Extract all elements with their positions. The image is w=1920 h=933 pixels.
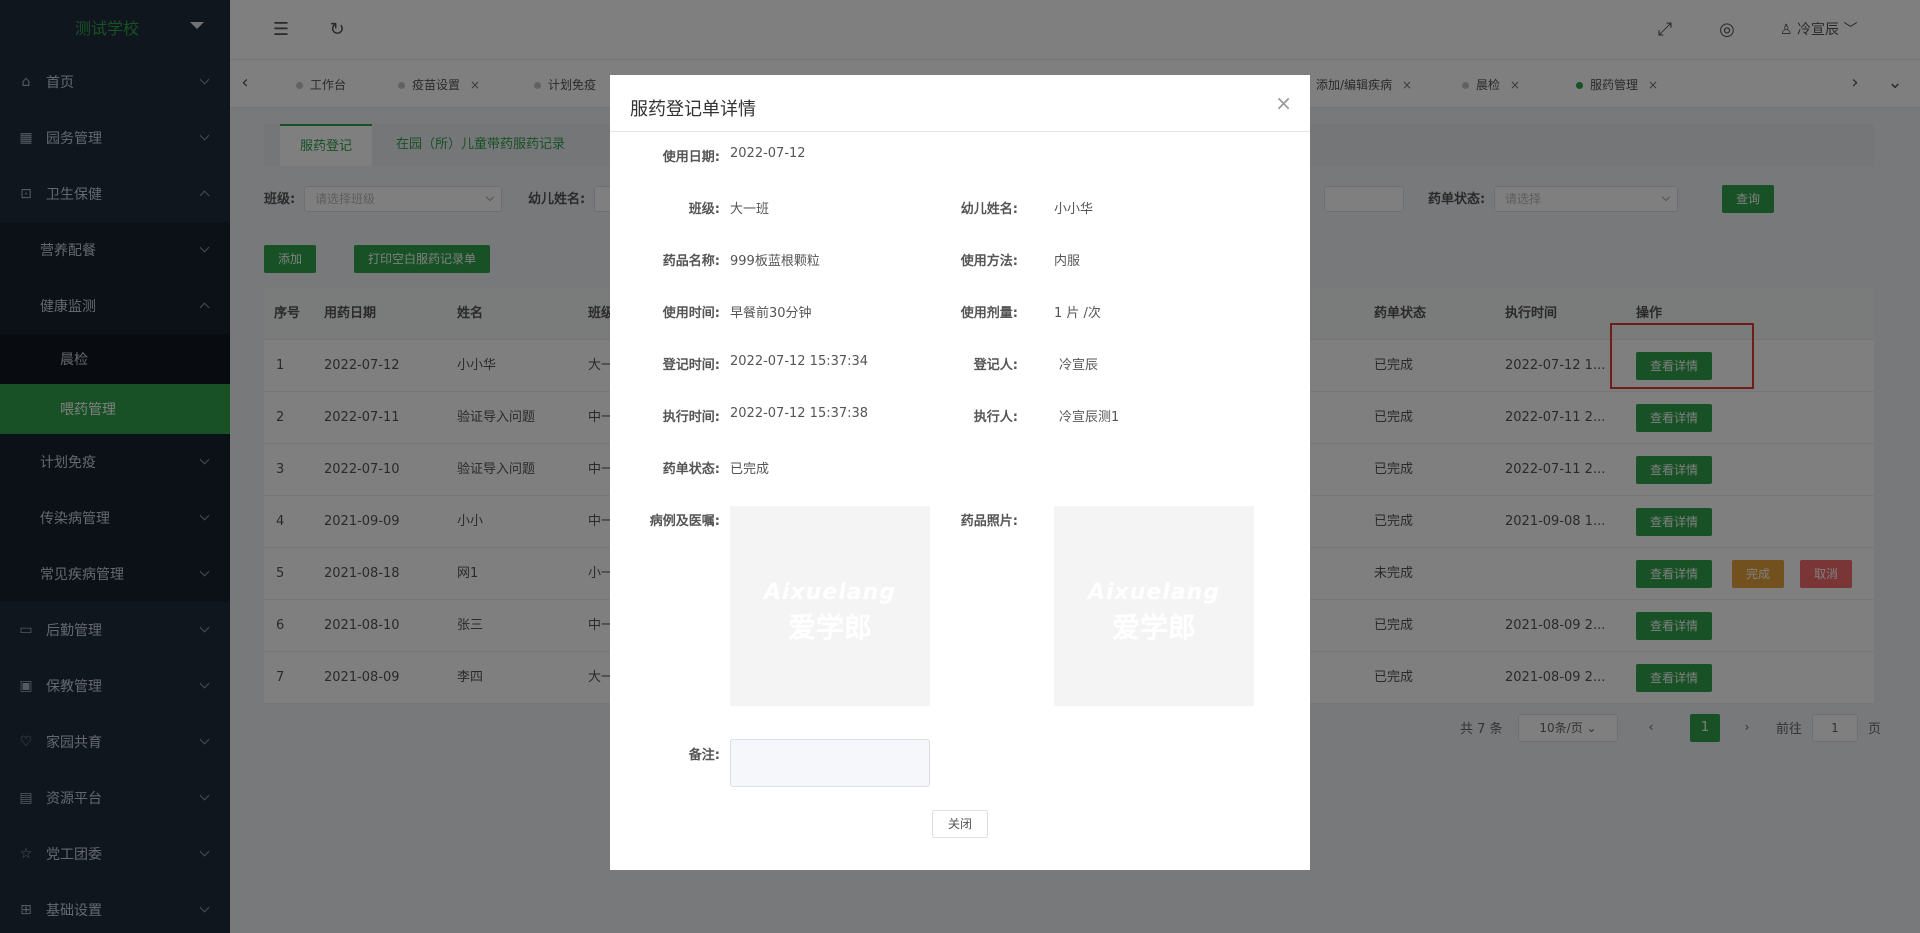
note-label: 备注: xyxy=(688,748,720,763)
drug-name-label: 药品名称: xyxy=(662,254,720,269)
watermark-en: Aixuelang xyxy=(763,580,897,605)
status-label: 药单状态: xyxy=(662,462,720,477)
watermark-cn: 爱学郎 xyxy=(1111,611,1196,644)
exec-time-label: 执行时间: xyxy=(662,410,720,425)
use-time-label: 使用时间: xyxy=(662,306,720,321)
medication-detail-modal: 服药登记单详情 × 使用日期: 2022-07-12 班级: 大一班 幼儿姓名:… xyxy=(610,75,1310,870)
modal-divider xyxy=(610,131,1310,132)
executor-value: 冷宣辰测1 xyxy=(1059,410,1120,425)
status-value: 已完成 xyxy=(730,462,770,477)
dose-label: 使用剂量: xyxy=(960,306,1018,321)
watermark-cn: 爱学郎 xyxy=(787,611,872,644)
use-date-label: 使用日期: xyxy=(662,150,720,165)
child-name-label: 幼儿姓名: xyxy=(960,202,1018,217)
note-textarea[interactable] xyxy=(730,739,930,787)
close-icon[interactable]: × xyxy=(1275,91,1292,115)
dose-value: 1 片 /次 xyxy=(1054,306,1101,321)
case-label: 病例及医嘱: xyxy=(649,514,720,529)
drug-name-value: 999板蓝根颗粒 xyxy=(730,254,820,269)
method-label: 使用方法: xyxy=(960,254,1018,269)
registrar-value: 冷宣辰 xyxy=(1059,358,1099,373)
use-time-value: 早餐前30分钟 xyxy=(730,306,812,321)
case-image[interactable]: Aixuelang 爱学郎 xyxy=(730,506,930,706)
registrar-label: 登记人: xyxy=(973,358,1018,373)
reg-time-label: 登记时间: xyxy=(662,358,720,373)
executor-label: 执行人: xyxy=(973,410,1018,425)
child-name-value: 小小华 xyxy=(1054,202,1094,217)
class-value: 大一班 xyxy=(730,202,770,217)
method-value: 内服 xyxy=(1054,254,1081,269)
close-button[interactable]: 关闭 xyxy=(932,810,988,838)
use-date-value: 2022-07-12 xyxy=(730,146,806,161)
watermark-en: Aixuelang xyxy=(1087,580,1221,605)
drug-photo-image[interactable]: Aixuelang 爱学郎 xyxy=(1054,506,1254,706)
drug-photo-label: 药品照片: xyxy=(960,514,1018,529)
modal-title: 服药登记单详情 xyxy=(630,99,756,120)
class-label: 班级: xyxy=(688,202,720,217)
